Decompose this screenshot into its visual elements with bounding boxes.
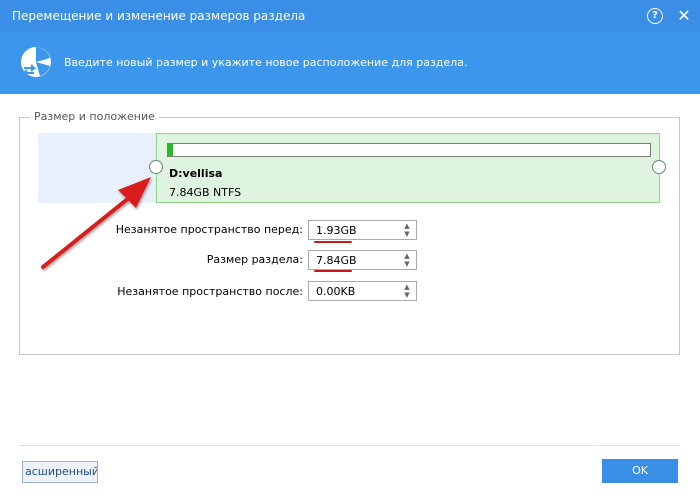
annotation-underline [314,270,352,272]
partition-info: 7.84GB NTFS [169,186,242,199]
unallocated-after-value: 0.00KB [316,285,356,298]
group-legend: Размер и положение [30,110,159,123]
right-resize-handle[interactable] [652,160,666,174]
advanced-button[interactable]: асширенный>> [22,461,98,483]
partition-size-label: Размер раздела: [206,253,303,266]
usage-bar [167,143,651,157]
annotation-underline [314,241,352,243]
unallocated-after-input[interactable]: 0.00KB ▲ ▼ [308,281,417,301]
window-title: Перемещение и изменение размеров раздела [12,9,306,23]
title-bar: Перемещение и изменение размеров раздела… [0,0,700,32]
unallocated-before-label: Незанятое пространство перед: [115,223,303,236]
partition-size-value: 7.84GB [316,254,357,267]
spin-arrows-icon[interactable]: ▲ ▼ [400,283,414,299]
partition-resize-icon [21,47,51,77]
help-icon[interactable]: ? [647,8,663,24]
partition-name: D:vellisa [169,167,223,180]
ok-button[interactable]: OK [602,459,678,483]
left-resize-handle[interactable] [149,160,163,174]
spin-arrows-icon[interactable]: ▲ ▼ [400,222,414,238]
banner-text: Введите новый размер и укажите новое рас… [64,56,468,69]
close-icon[interactable]: ✕ [676,8,692,24]
unallocated-after-label: Незанятое пространство после: [117,285,303,298]
unallocated-before-area[interactable] [38,133,157,203]
usage-bar-fill [168,144,173,156]
unallocated-before-value: 1.93GB [316,224,357,237]
spin-arrows-icon[interactable]: ▲ ▼ [400,252,414,268]
unallocated-before-input[interactable]: 1.93GB ▲ ▼ [308,220,417,240]
info-banner: Введите новый размер и укажите новое рас… [0,32,700,94]
partition-size-input[interactable]: 7.84GB ▲ ▼ [308,250,417,270]
footer-separator [19,445,680,446]
